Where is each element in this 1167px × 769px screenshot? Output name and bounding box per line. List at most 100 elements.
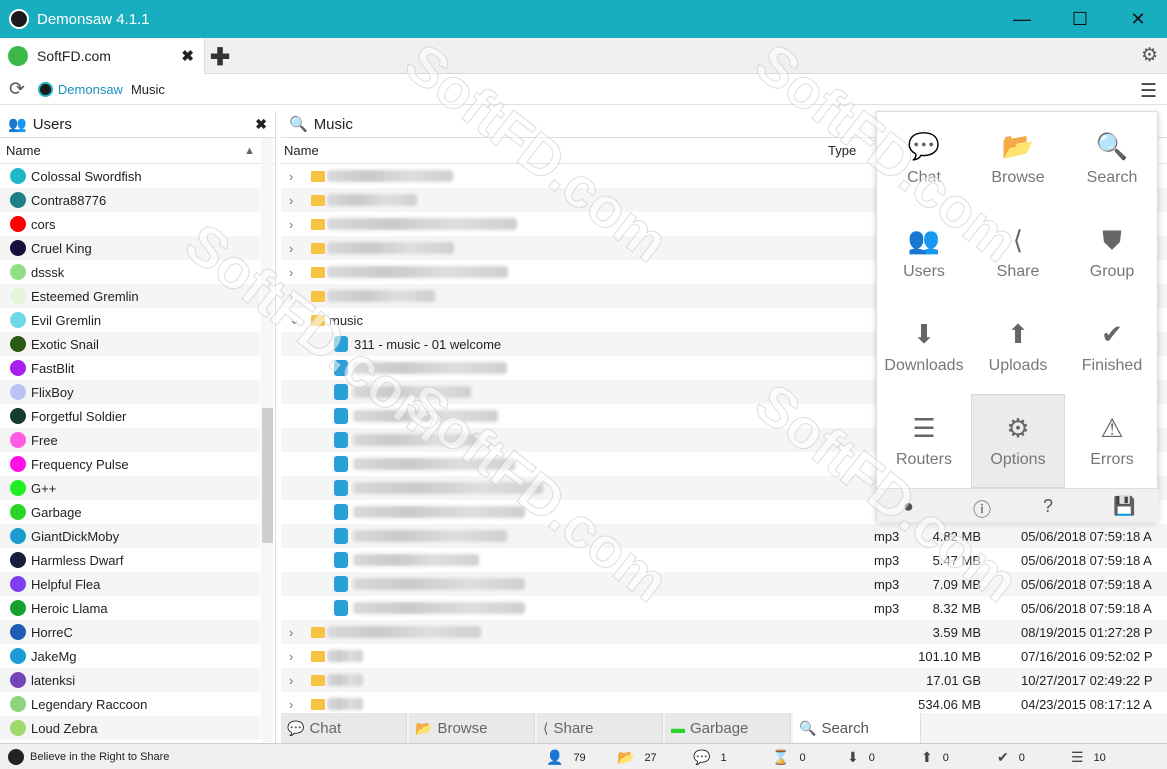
- table-row[interactable]: › 101.10 MB 07/16/2016 09:52:02 P: [281, 644, 1167, 668]
- list-item[interactable]: FastBlit: [0, 356, 260, 380]
- user-color-icon: [10, 624, 26, 640]
- menu-item-finished[interactable]: ✔ Finished: [1065, 300, 1159, 394]
- chevron-right-icon[interactable]: ›: [289, 265, 293, 280]
- menu-item-routers[interactable]: ☰ Routers: [877, 394, 971, 488]
- chevron-right-icon[interactable]: ›: [289, 673, 293, 688]
- status-stat: 👤 79: [546, 749, 586, 766]
- chevron-right-icon[interactable]: ›: [289, 289, 293, 304]
- list-item[interactable]: Forgetful Soldier: [0, 404, 260, 428]
- name-column-header[interactable]: Name: [284, 143, 319, 158]
- user-name: Legendary Raccoon: [31, 696, 148, 712]
- list-item[interactable]: Frequency Pulse: [0, 452, 260, 476]
- list-item[interactable]: Garbage: [0, 500, 260, 524]
- menu-item-users[interactable]: 👥 Users: [877, 206, 971, 300]
- user-name: G++: [31, 480, 57, 496]
- menu-item-label: Uploads: [988, 357, 1048, 374]
- breadcrumb-root[interactable]: Demonsaw: [58, 82, 123, 97]
- close-tab-icon[interactable]: ✖: [181, 47, 194, 65]
- chevron-down-icon[interactable]: ⌄: [289, 312, 300, 328]
- redacted-name: [327, 290, 435, 302]
- list-item[interactable]: Free: [0, 428, 260, 452]
- user-name: Loud Zebra: [31, 720, 98, 736]
- demonsaw-logo-icon[interactable]: ●: [903, 496, 914, 517]
- menu-item-downloads[interactable]: ⬇ Downloads: [877, 300, 971, 394]
- minimize-button[interactable]: —: [993, 0, 1051, 38]
- menu-item-share[interactable]: ⟨ Share: [971, 206, 1065, 300]
- list-item[interactable]: Harmless Dwarf: [0, 548, 260, 572]
- refresh-icon[interactable]: ⟳: [9, 78, 25, 101]
- status-count: 0: [1018, 751, 1025, 764]
- chevron-right-icon[interactable]: ›: [289, 625, 293, 640]
- list-item[interactable]: Cruel King: [0, 236, 260, 260]
- list-item[interactable]: JakeMg: [0, 644, 260, 668]
- user-color-icon: [10, 456, 26, 472]
- tab-garbage[interactable]: ▬ Garbage: [665, 713, 791, 743]
- menu-item-group[interactable]: ⛊ Group: [1065, 206, 1159, 300]
- add-tab-button[interactable]: ✚: [210, 43, 230, 72]
- list-item[interactable]: latenksi: [0, 668, 260, 692]
- list-item[interactable]: Heroic Llama: [0, 596, 260, 620]
- info-icon[interactable]: ⓘ: [973, 496, 991, 522]
- chevron-right-icon[interactable]: ›: [289, 193, 293, 208]
- menu-item-search[interactable]: 🔍 Search: [1065, 112, 1159, 206]
- list-item[interactable]: Legendary Raccoon: [0, 692, 260, 716]
- menu-item-chat[interactable]: 💬 Chat: [877, 112, 971, 206]
- type-column-header[interactable]: Type: [828, 143, 856, 158]
- list-item[interactable]: GiantDickMoby: [0, 524, 260, 548]
- hamburger-menu-icon[interactable]: ☰: [1140, 80, 1157, 103]
- user-color-icon: [10, 384, 26, 400]
- maximize-button[interactable]: ☐: [1051, 0, 1109, 38]
- tab-softfd[interactable]: SoftFD.com ✖: [0, 38, 205, 74]
- chevron-right-icon[interactable]: ›: [289, 697, 293, 712]
- table-row[interactable]: › 3.59 MB 08/19/2015 01:27:28 P: [281, 620, 1167, 644]
- close-window-button[interactable]: ✕: [1109, 0, 1167, 38]
- table-row[interactable]: › 17.01 GB 10/27/2017 02:49:22 P: [281, 668, 1167, 692]
- chevron-right-icon[interactable]: ›: [289, 169, 293, 184]
- tab-chat[interactable]: 💬 Chat: [281, 713, 407, 743]
- tab-share[interactable]: ⟨ Share: [537, 713, 663, 743]
- help-icon[interactable]: ?: [1043, 496, 1053, 517]
- table-row[interactable]: mp3 8.32 MB 05/06/2018 07:59:18 A: [281, 596, 1167, 620]
- save-icon[interactable]: 💾: [1113, 496, 1135, 517]
- files-panel-title: Music: [313, 115, 353, 133]
- menu-item-browse[interactable]: 📂 Browse: [971, 112, 1065, 206]
- menu-item-options[interactable]: ⚙ Options: [971, 394, 1065, 488]
- list-item[interactable]: G++: [0, 476, 260, 500]
- list-item[interactable]: Contra88776: [0, 188, 260, 212]
- status-count: 1: [720, 751, 727, 764]
- list-item[interactable]: Esteemed Gremlin: [0, 284, 260, 308]
- close-panel-icon[interactable]: ✖: [255, 116, 267, 133]
- list-item[interactable]: Colossal Swordfish: [0, 164, 260, 188]
- list-item[interactable]: FlixBoy: [0, 380, 260, 404]
- list-item[interactable]: Helpful Flea: [0, 572, 260, 596]
- list-item[interactable]: cors: [0, 212, 260, 236]
- chevron-right-icon[interactable]: ›: [289, 217, 293, 232]
- users-scrollbar[interactable]: [261, 138, 273, 742]
- menu-item-uploads[interactable]: ⬆ Uploads: [971, 300, 1065, 394]
- status-bar: Believe in the Right to Share 👤 79 📂 27 💬 1 ⌛ 0…: [0, 743, 1167, 769]
- scrollbar-thumb[interactable]: [262, 408, 273, 543]
- table-row[interactable]: mp3 4.82 MB 05/06/2018 07:59:18 A: [281, 524, 1167, 548]
- list-item[interactable]: Loud Zebra: [0, 716, 260, 740]
- tab-search[interactable]: 🔍 Search: [793, 713, 921, 743]
- list-item[interactable]: Evil Gremlin: [0, 308, 260, 332]
- tab-browse[interactable]: 📂 Browse: [409, 713, 535, 743]
- table-row[interactable]: mp3 7.09 MB 05/06/2018 07:59:18 A: [281, 572, 1167, 596]
- menu-item-errors[interactable]: ⚠ Errors: [1065, 394, 1159, 488]
- list-item[interactable]: dsssk: [0, 260, 260, 284]
- chevron-right-icon[interactable]: ›: [289, 241, 293, 256]
- redacted-name: [327, 674, 363, 686]
- demonsaw-logo-icon: [37, 82, 53, 97]
- list-item[interactable]: HorreC: [0, 620, 260, 644]
- file-date: 05/06/2018 07:59:18 A: [1021, 600, 1152, 616]
- list-item[interactable]: Exotic Snail: [0, 332, 260, 356]
- menu-item-label: Options: [990, 451, 1046, 468]
- share-icon: ⟨: [1012, 225, 1024, 255]
- chevron-right-icon[interactable]: ›: [289, 649, 293, 664]
- tab-label: Chat: [309, 719, 342, 737]
- file-size: 101.10 MB: [918, 648, 981, 664]
- users-column-header[interactable]: Name ▲: [0, 138, 275, 164]
- user-color-icon: [10, 336, 26, 352]
- gear-icon[interactable]: ⚙: [1141, 44, 1158, 67]
- table-row[interactable]: mp3 5.47 MB 05/06/2018 07:59:18 A: [281, 548, 1167, 572]
